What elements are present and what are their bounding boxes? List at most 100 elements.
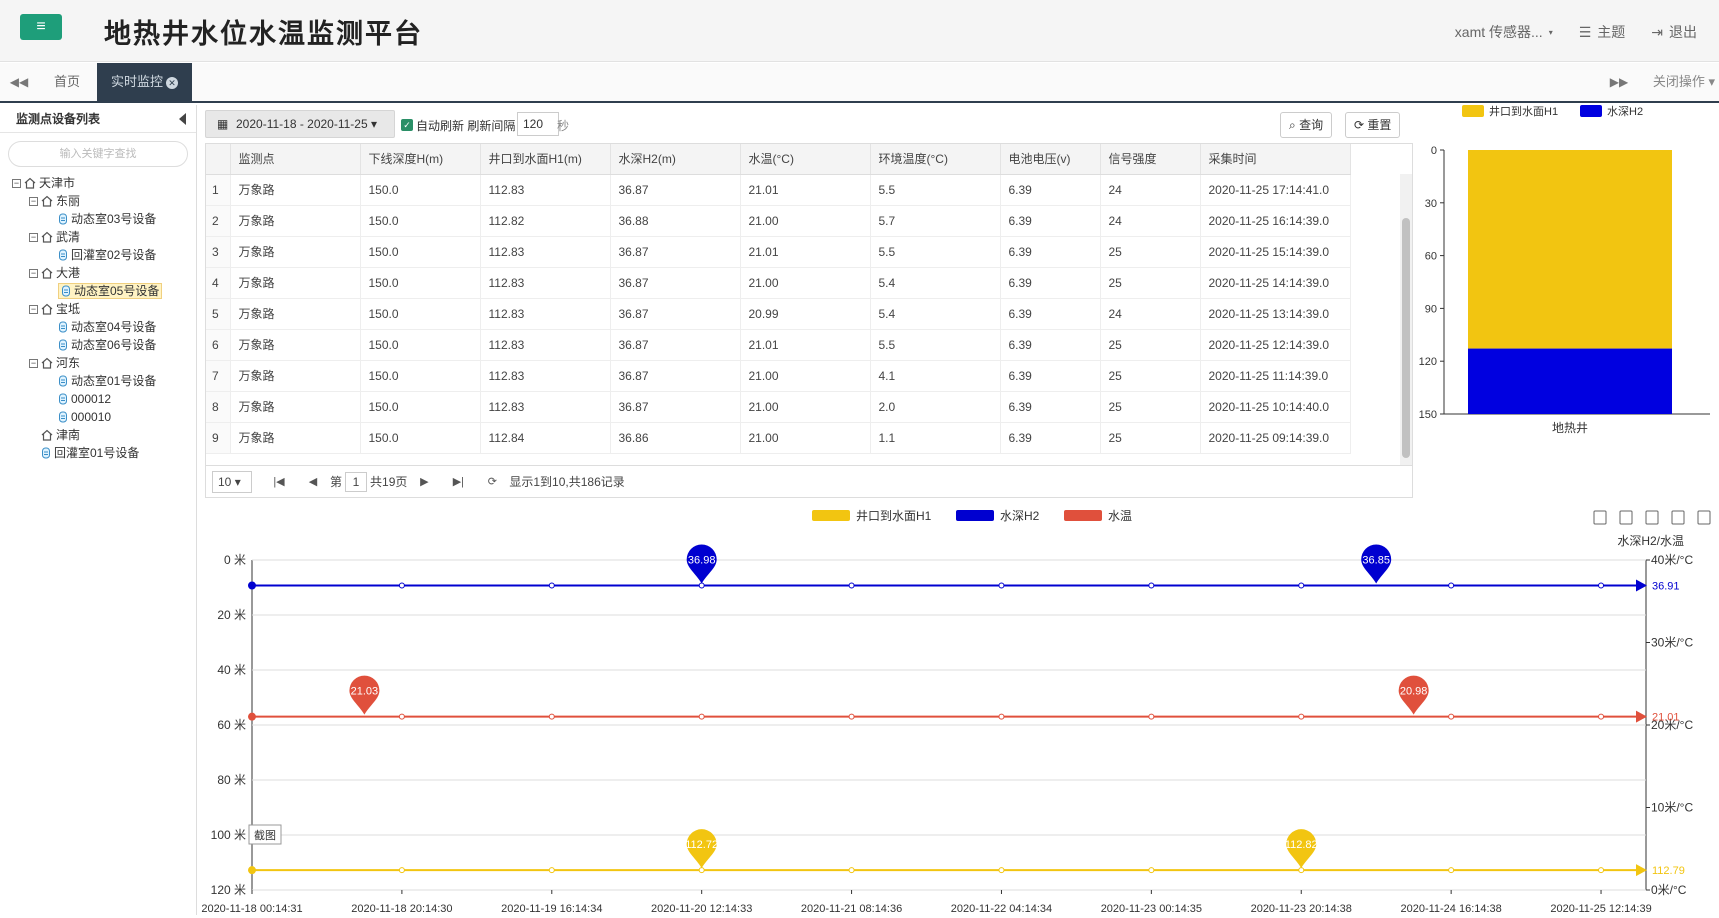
scrollbar-thumb[interactable] xyxy=(1402,218,1410,458)
table-cell: 25 xyxy=(1100,329,1201,361)
date-range-picker[interactable]: ▦ 2020-11-18 - 2020-11-25 ▾ xyxy=(205,110,395,138)
table-row[interactable]: 6 万象路 150.0 112.83 36.87 21.01 5.5 6.39 25 2020-1… xyxy=(206,329,1351,361)
theme-button[interactable]: ☰ 主题 xyxy=(1579,22,1626,42)
auto-refresh-checkbox[interactable]: ✓ xyxy=(401,119,413,131)
tree-node[interactable]: 动态室04号设备 xyxy=(58,319,156,335)
restore-icon[interactable] xyxy=(1671,510,1685,525)
table-row[interactable]: 1 万象路 150.0 112.83 36.87 21.01 5.5 6.39 24 2020-1… xyxy=(206,174,1351,206)
collapse-toggle-icon[interactable]: − xyxy=(29,196,38,206)
table-cell: 25 xyxy=(1100,236,1201,268)
tree-node[interactable]: − 天津市 xyxy=(12,175,75,191)
table-cell: 5.4 xyxy=(870,298,1001,330)
close-operations-dropdown[interactable]: 关闭操作 ▾ xyxy=(1653,63,1715,101)
tree-node[interactable]: 回灌室01号设备 xyxy=(41,445,139,461)
reset-button[interactable]: ⟳ 重置 xyxy=(1345,112,1401,138)
tree-node[interactable]: 动态室05号设备 xyxy=(58,283,163,299)
tree-node[interactable]: − 宝坻 xyxy=(29,301,80,317)
total-pages: 共19页 xyxy=(370,475,408,489)
table-cell: 2020-11-25 11:14:39.0 xyxy=(1200,360,1351,392)
column-header[interactable]: 采集时间 xyxy=(1200,144,1351,175)
tree-node[interactable]: − 武清 xyxy=(29,229,80,245)
user-dropdown[interactable]: xamt 传感器... ▾ xyxy=(1455,22,1553,42)
table-row[interactable]: 2 万象路 150.0 112.82 36.88 21.00 5.7 6.39 24 2020-1… xyxy=(206,205,1351,237)
collapse-toggle-icon[interactable]: − xyxy=(12,178,21,188)
column-header[interactable]: 井口到水面H1(m) xyxy=(480,144,611,175)
next-page-icon[interactable]: ▶ xyxy=(407,475,441,488)
table-cell: 21.00 xyxy=(740,360,871,392)
close-icon[interactable]: ✕ xyxy=(166,77,179,89)
first-page-icon[interactable]: |◀ xyxy=(262,475,296,488)
tree-node[interactable]: 000010 xyxy=(58,409,111,425)
table-row[interactable]: 9 万象路 150.0 112.84 36.86 21.00 1.1 6.39 25 2020-1… xyxy=(206,422,1351,454)
tree-node-label: 000012 xyxy=(71,392,112,406)
collapse-toggle-icon[interactable]: − xyxy=(29,232,38,242)
tree-node-label: 回灌室01号设备 xyxy=(54,446,140,460)
home-icon xyxy=(41,195,53,207)
column-header[interactable]: 监测点 xyxy=(230,144,361,175)
table-cell: 112.83 xyxy=(480,360,611,392)
series-arrow xyxy=(1636,864,1647,877)
tab-bar: ◀◀ 首页 实时监控 ✕ ▶▶ 关闭操作 ▾ xyxy=(0,63,1719,103)
tab-home[interactable]: 首页 xyxy=(40,63,94,101)
collapse-toggle-icon[interactable]: − xyxy=(29,358,38,368)
table-cell: 150.0 xyxy=(360,236,481,268)
collapse-toggle-icon[interactable]: − xyxy=(29,268,38,278)
table-row[interactable]: 7 万象路 150.0 112.83 36.87 21.00 4.1 6.39 25 2020-1… xyxy=(206,360,1351,392)
row-number: 7 xyxy=(206,360,231,392)
tree-node[interactable]: 000012 xyxy=(58,391,111,407)
table-row[interactable]: 5 万象路 150.0 112.83 36.87 20.99 5.4 6.39 24 2020-1… xyxy=(206,298,1351,330)
device-icon xyxy=(58,321,68,333)
table-row[interactable]: 4 万象路 150.0 112.83 36.87 21.00 5.4 6.39 25 2020-1… xyxy=(206,267,1351,299)
table-row[interactable]: 3 万象路 150.0 112.83 36.87 21.01 5.5 6.39 25 2020-1… xyxy=(206,236,1351,268)
line-switch-icon[interactable] xyxy=(1619,510,1633,525)
page-number-input[interactable]: 1 xyxy=(345,471,368,492)
tree-node-label: 动态室03号设备 xyxy=(71,212,157,226)
reset-label: 重置 xyxy=(1367,118,1392,132)
tree-node[interactable]: − 东丽 xyxy=(29,193,80,209)
x-tick-label: 2020-11-25 12:14:39 xyxy=(1550,903,1651,915)
x-tick-label: 2020-11-18 20:14:30 xyxy=(351,903,452,915)
column-header[interactable]: 下线深度H(m) xyxy=(360,144,481,175)
download-icon[interactable] xyxy=(1697,510,1711,525)
tree-node[interactable]: 动态室03号设备 xyxy=(58,211,156,227)
tree-node-label: 动态室01号设备 xyxy=(71,374,157,388)
collapse-toggle-icon[interactable]: − xyxy=(29,304,38,314)
data-table: 监测点 下线深度H(m) 井口到水面H1(m) 水深H2(m) 水温(°C) 环境温度(°… xyxy=(205,143,1413,466)
device-search-input[interactable]: 输入关键字查找 xyxy=(8,141,188,167)
bar-switch-icon[interactable] xyxy=(1645,510,1659,525)
reload-icon[interactable]: ⟳ xyxy=(475,475,509,488)
collapse-left-icon[interactable] xyxy=(179,113,186,125)
column-header[interactable]: 水深H2(m) xyxy=(610,144,741,175)
tree-node[interactable]: 动态室06号设备 xyxy=(58,337,156,353)
tree-node[interactable]: 动态室01号设备 xyxy=(58,373,156,389)
tree-node[interactable]: − 河东 xyxy=(29,355,80,371)
home-icon xyxy=(24,177,36,189)
tab-scroll-left-icon[interactable]: ◀◀ xyxy=(0,63,38,101)
column-header[interactable]: 电池电压(v) xyxy=(1000,144,1101,175)
query-button[interactable]: ⌕ 查询 xyxy=(1280,112,1333,138)
refresh-interval-input[interactable]: 120 xyxy=(517,112,559,136)
last-page-icon[interactable]: ▶| xyxy=(441,475,475,488)
page-size-select[interactable]: 10 ▾ xyxy=(212,470,252,493)
table-cell: 万象路 xyxy=(230,329,361,361)
prev-page-icon[interactable]: ◀ xyxy=(296,475,330,488)
tree-node[interactable]: 回灌室02号设备 xyxy=(58,247,156,263)
tree-node[interactable]: 津南 xyxy=(41,427,80,443)
column-header[interactable]: 环境温度(°C) xyxy=(870,144,1001,175)
tab-realtime-monitor[interactable]: 实时监控 ✕ xyxy=(97,63,193,101)
column-header[interactable]: 水温(°C) xyxy=(740,144,871,175)
tree-node[interactable]: − 大港 xyxy=(29,265,80,281)
data-view-icon[interactable] xyxy=(1593,510,1607,525)
logout-button[interactable]: ⇥ 退出 xyxy=(1651,22,1697,42)
menu-toggle-button[interactable]: ≡ xyxy=(20,14,62,40)
column-header[interactable]: 信号强度 xyxy=(1100,144,1201,175)
table-row[interactable]: 8 万象路 150.0 112.83 36.87 21.00 2.0 6.39 25 2020-1… xyxy=(206,391,1351,423)
device-icon xyxy=(58,213,68,225)
table-cell: 6.39 xyxy=(1000,236,1101,268)
table-cell: 2020-11-25 12:14:39.0 xyxy=(1200,329,1351,361)
table-cell: 112.83 xyxy=(480,298,611,330)
tab-scroll-right-icon[interactable]: ▶▶ xyxy=(1600,63,1638,101)
device-icon xyxy=(58,375,68,387)
table-scrollbar[interactable] xyxy=(1400,174,1412,465)
tree-node-label: 河东 xyxy=(56,356,81,370)
